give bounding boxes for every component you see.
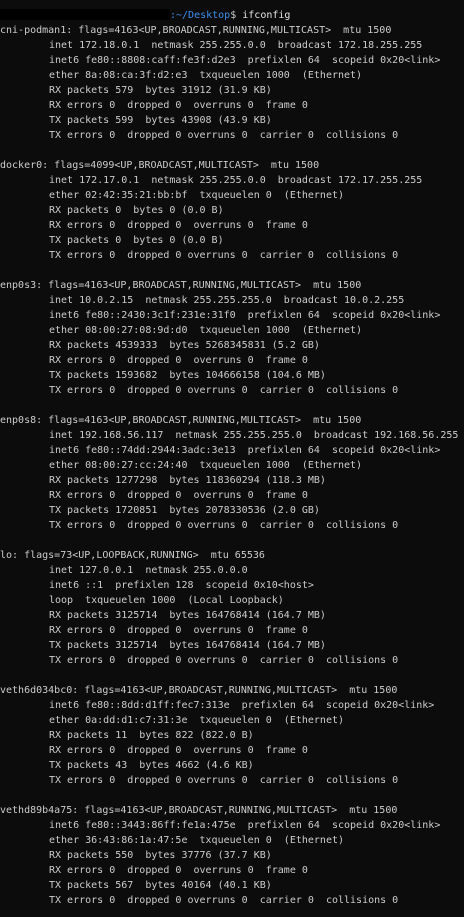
- interface-detail-line: RX errors 0 dropped 0 overruns 0 frame 0: [49, 625, 308, 636]
- interface-detail-line: inet 127.0.0.1 netmask 255.0.0.0: [49, 565, 248, 576]
- interface-detail-line: TX packets 599 bytes 43908 (43.9 KB): [49, 115, 272, 126]
- interface-detail-line: TX errors 0 dropped 0 overruns 0 carrier…: [49, 895, 399, 906]
- interface-detail-line: RX packets 550 bytes 37776 (37.7 KB): [49, 850, 272, 861]
- interface-detail-line: ether 08:00:27:08:9d:d0 txqueuelen 1000 …: [49, 325, 363, 336]
- interface-block: enp0s3: flags=4163<UP,BROADCAST,RUNNING,…: [0, 278, 464, 398]
- interface-detail-line: RX errors 0 dropped 0 overruns 0 frame 0: [49, 490, 308, 501]
- command-prompt-line: :~/Desktop$ ifconfig: [0, 8, 464, 23]
- interface-detail-line: inet 192.168.56.117 netmask 255.255.255.…: [49, 430, 459, 441]
- interface-detail-line: TX errors 0 dropped 0 overruns 0 carrier…: [49, 130, 399, 141]
- interface-detail-line: TX errors 0 dropped 0 overruns 0 carrier…: [49, 655, 399, 666]
- interface-detail-line: inet6 fe80::2430:3c1f:231e:31f0 prefixle…: [49, 310, 441, 321]
- redacted-user-host: [0, 8, 170, 20]
- interface-detail-line: inet6 ::1 prefixlen 128 scopeid 0x10<hos…: [49, 580, 314, 591]
- interface-header: enp0s8: flags=4163<UP,BROADCAST,RUNNING,…: [0, 415, 362, 426]
- interface-block: cni-podman1: flags=4163<UP,BROADCAST,RUN…: [0, 23, 464, 143]
- interface-detail-line: TX errors 0 dropped 0 overruns 0 carrier…: [49, 250, 399, 261]
- interface-detail-line: RX errors 0 dropped 0 overruns 0 frame 0: [49, 745, 308, 756]
- interface-detail-line: TX errors 0 dropped 0 overruns 0 carrier…: [49, 385, 399, 396]
- interface-detail-line: RX errors 0 dropped 0 overruns 0 frame 0: [49, 865, 308, 876]
- interface-detail-line: RX errors 0 dropped 0 overruns 0 frame 0: [49, 100, 308, 111]
- interface-detail-line: RX packets 1277298 bytes 118360294 (118.…: [49, 475, 326, 486]
- interface-detail-line: TX packets 0 bytes 0 (0.0 B): [49, 235, 224, 246]
- interface-detail-line: inet6 fe80::8808:caff:fe3f:d2e3 prefixle…: [49, 55, 441, 66]
- interface-header: enp0s3: flags=4163<UP,BROADCAST,RUNNING,…: [0, 280, 362, 291]
- interface-detail-line: inet6 fe80::3443:86ff:fe1a:475e prefixle…: [49, 820, 441, 831]
- interface-detail-line: RX packets 3125714 bytes 164768414 (164.…: [49, 610, 326, 621]
- interface-detail-line: RX packets 4539333 bytes 5268345831 (5.2…: [49, 340, 320, 351]
- interface-detail-line: RX errors 0 dropped 0 overruns 0 frame 0: [49, 355, 308, 366]
- interface-detail-line: inet 172.17.0.1 netmask 255.255.0.0 broa…: [49, 175, 423, 186]
- interface-block: lo: flags=73<UP,LOOPBACK,RUNNING> mtu 65…: [0, 548, 464, 668]
- interface-block: enp0s8: flags=4163<UP,BROADCAST,RUNNING,…: [0, 413, 464, 533]
- interface-detail-line: RX packets 11 bytes 822 (822.0 B): [49, 730, 254, 741]
- interface-detail-line: RX errors 0 dropped 0 overruns 0 frame 0: [49, 220, 308, 231]
- interface-block: vethd89b4a75: flags=4163<UP,BROADCAST,RU…: [0, 803, 464, 908]
- command-output: cni-podman1: flags=4163<UP,BROADCAST,RUN…: [0, 23, 464, 908]
- interface-detail-line: RX packets 579 bytes 31912 (31.9 KB): [49, 85, 272, 96]
- interface-detail-line: TX packets 1720851 bytes 2078330536 (2.0…: [49, 505, 320, 516]
- interface-detail-line: inet6 fe80::8dd:d1ff:fec7:313e prefixlen…: [49, 700, 435, 711]
- interface-detail-line: TX packets 1593682 bytes 104666158 (104.…: [49, 370, 326, 381]
- interface-header: lo: flags=73<UP,LOOPBACK,RUNNING> mtu 65…: [0, 550, 265, 561]
- interface-block: docker0: flags=4099<UP,BROADCAST,MULTICA…: [0, 158, 464, 263]
- interface-header: vethd89b4a75: flags=4163<UP,BROADCAST,RU…: [0, 805, 398, 816]
- interface-header: docker0: flags=4099<UP,BROADCAST,MULTICA…: [0, 160, 320, 171]
- interface-detail-line: ether 0a:dd:d1:c7:31:3e txqueuelen 0 (Et…: [49, 715, 345, 726]
- interface-header: cni-podman1: flags=4163<UP,BROADCAST,RUN…: [0, 25, 392, 36]
- interface-detail-line: ether 8a:08:ca:3f:d2:e3 txqueuelen 1000 …: [49, 70, 363, 81]
- interface-block: veth6d034bc0: flags=4163<UP,BROADCAST,RU…: [0, 683, 464, 788]
- interface-detail-line: TX packets 43 bytes 4662 (4.6 KB): [49, 760, 254, 771]
- interface-detail-line: ether 08:00:27:cc:24:40 txqueuelen 1000 …: [49, 460, 363, 471]
- interface-detail-line: TX errors 0 dropped 0 overruns 0 carrier…: [49, 520, 399, 531]
- interface-detail-line: inet6 fe80::74dd:2944:3adc:3e13 prefixle…: [49, 445, 441, 456]
- interface-detail-line: ether 36:43:86:1a:47:5e txqueuelen 0 (Et…: [49, 835, 345, 846]
- interface-detail-line: loop txqueuelen 1000 (Local Loopback): [49, 595, 284, 606]
- interface-detail-line: TX packets 567 bytes 40164 (40.1 KB): [49, 880, 272, 891]
- prompt-path: :~/Desktop: [170, 10, 231, 21]
- interface-detail-line: RX packets 0 bytes 0 (0.0 B): [49, 205, 224, 216]
- interface-header: veth6d034bc0: flags=4163<UP,BROADCAST,RU…: [0, 685, 398, 696]
- prompt-command: ifconfig: [242, 10, 291, 21]
- interface-detail-line: TX errors 0 dropped 0 overruns 0 carrier…: [49, 775, 399, 786]
- prompt-symbol: $: [230, 10, 243, 21]
- interface-detail-line: ether 02:42:35:21:bb:bf txqueuelen 0 (Et…: [49, 190, 345, 201]
- interface-detail-line: inet 10.0.2.15 netmask 255.255.255.0 bro…: [49, 295, 405, 306]
- interface-detail-line: inet 172.18.0.1 netmask 255.255.0.0 broa…: [49, 40, 423, 51]
- interface-detail-line: TX packets 3125714 bytes 164768414 (164.…: [49, 640, 326, 651]
- terminal-window[interactable]: :~/Desktop$ ifconfig cni-podman1: flags=…: [0, 0, 464, 917]
